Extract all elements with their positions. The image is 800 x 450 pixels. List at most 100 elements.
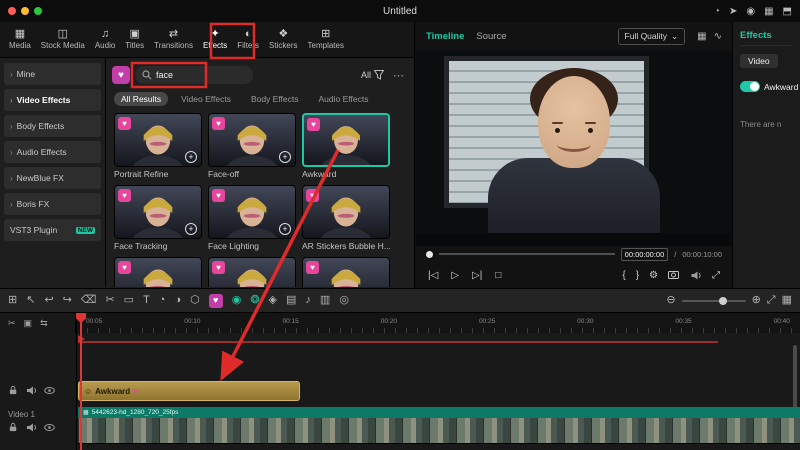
effect-card-face-tracking[interactable]: ♥ + Face Tracking: [114, 185, 202, 251]
volume-icon[interactable]: [690, 270, 702, 281]
track-manager-icon[interactable]: ▦: [782, 295, 792, 306]
sidebar-item-vst3-plugin[interactable]: VST3 Plugin NEW: [4, 219, 101, 241]
playhead-line[interactable]: [80, 313, 82, 450]
video-clip-header[interactable]: ▦ 5442623-hd_1280_720_25fps: [78, 407, 800, 418]
delete-icon[interactable]: ⌫: [81, 295, 97, 306]
video-viewport[interactable]: [416, 50, 732, 246]
fit-timeline-icon[interactable]: ⤢: [767, 295, 776, 306]
filter-tab-video-effects[interactable]: Video Effects: [174, 92, 238, 106]
add-effect-icon[interactable]: +: [185, 151, 197, 163]
layout-grid-icon[interactable]: ▦: [697, 31, 706, 42]
sidebar-item-audio-effects[interactable]: › Audio Effects: [4, 141, 101, 163]
all-filter-button[interactable]: All: [361, 70, 384, 80]
add-effect-icon[interactable]: +: [185, 223, 197, 235]
stop-button[interactable]: □: [495, 270, 501, 281]
add-effect-icon[interactable]: +: [279, 223, 291, 235]
search-input[interactable]: [156, 70, 236, 80]
awkward-effect-clip[interactable]: ☺ Awkward ♥: [78, 381, 300, 401]
filter-tab-all-results[interactable]: All Results: [114, 92, 169, 106]
speed-icon[interactable]: ◔: [159, 295, 166, 306]
color-icon[interactable]: ◑: [174, 295, 181, 306]
more-options-button[interactable]: ⋯: [389, 69, 408, 82]
mask-icon[interactable]: ⬡: [190, 295, 200, 306]
hide-track-icon[interactable]: [44, 422, 55, 433]
mute-track-icon[interactable]: [26, 385, 37, 396]
media-view-icon[interactable]: ⊞: [8, 295, 17, 306]
scrubber-track[interactable]: [439, 253, 615, 255]
filter-tab-body-effects[interactable]: Body Effects: [244, 92, 306, 106]
tab-stickers[interactable]: ❖ Stickers: [264, 22, 302, 57]
sidebar-item-mine[interactable]: › Mine: [4, 63, 101, 85]
add-effect-icon[interactable]: +: [279, 151, 291, 163]
effect-card-face-off[interactable]: ♥ + Face-off: [208, 113, 296, 179]
tab-filters[interactable]: ◐ Filters: [232, 22, 264, 57]
redo-icon[interactable]: ↪: [63, 295, 72, 306]
face-effect-active-icon[interactable]: ◉: [232, 295, 242, 306]
fullscreen-icon[interactable]: ⤢: [712, 270, 720, 281]
sidebar-item-newblue-fx[interactable]: › NewBlue FX: [4, 167, 101, 189]
lock-track-icon[interactable]: [8, 385, 19, 396]
text-tool-icon[interactable]: T: [143, 295, 150, 306]
effect-card-partial[interactable]: ♥: [302, 257, 390, 287]
split-scissors-icon[interactable]: ✂: [105, 295, 114, 306]
hide-track-icon[interactable]: [44, 385, 55, 396]
next-frame-button[interactable]: ▷|: [472, 270, 482, 281]
video-clip-filmstrip[interactable]: [78, 418, 800, 444]
tab-titles[interactable]: ▣ Titles: [120, 22, 149, 57]
motion-track-icon[interactable]: ▤: [286, 295, 296, 306]
mute-track-icon[interactable]: [26, 422, 37, 433]
gift-icon[interactable]: ◔: [714, 6, 720, 17]
tab-transitions[interactable]: ⇄ Transitions: [149, 22, 198, 57]
effect-card-ar-stickers-bubble[interactable]: ♥ AR Stickers Bubble H...: [302, 185, 390, 251]
tab-stock-media[interactable]: ◫ Stock Media: [36, 22, 90, 57]
effect-card-portrait-refine[interactable]: ♥ + Portrait Refine: [114, 113, 202, 179]
zoom-out-icon[interactable]: ⊖: [666, 295, 675, 306]
settings-gear-icon[interactable]: ⚙: [649, 270, 658, 281]
filter-tab-audio-effects[interactable]: Audio Effects: [312, 92, 376, 106]
preview-tab-timeline[interactable]: Timeline: [426, 31, 464, 42]
record-icon[interactable]: ◎: [339, 295, 349, 306]
lock-track-icon[interactable]: [8, 422, 19, 433]
quality-dropdown[interactable]: Full Quality ⌄: [617, 27, 686, 45]
tab-media[interactable]: ▦ Media: [4, 22, 36, 57]
sidebar-item-video-effects[interactable]: › Video Effects: [4, 89, 101, 111]
layout-icon[interactable]: ▦: [764, 6, 773, 17]
pointer-tool-icon[interactable]: ↖: [26, 295, 35, 306]
face-effect-badge-icon[interactable]: ♥: [112, 66, 130, 84]
undo-icon[interactable]: ↩: [44, 295, 53, 306]
tab-audio[interactable]: ♫ Audio: [90, 22, 120, 57]
tab-templates[interactable]: ⊞ Templates: [303, 22, 349, 57]
effect-card-awkward[interactable]: ♥ Awkward: [302, 113, 390, 179]
effect-card-face-lighting[interactable]: ♥ + Face Lighting: [208, 185, 296, 251]
effect-card-partial[interactable]: ♥: [208, 257, 296, 287]
ai-face-icon[interactable]: ♥: [208, 293, 223, 308]
timeline-ruler[interactable]: 00:05 00:10 00:15 00:20 00:25 00:30 00:3…: [76, 313, 800, 333]
marker-icon[interactable]: ▥: [320, 295, 330, 306]
zoom-in-icon[interactable]: ⊕: [752, 295, 761, 306]
scopes-icon[interactable]: ∿: [714, 31, 722, 42]
zoom-slider[interactable]: [681, 296, 746, 305]
preview-tab-source[interactable]: Source: [476, 31, 506, 42]
scrubber-handle[interactable]: [426, 250, 433, 258]
play-button[interactable]: ▷: [451, 270, 459, 281]
chroma-key-icon[interactable]: ❂: [250, 295, 259, 306]
export-icon[interactable]: ⬒: [783, 6, 792, 17]
sidebar-item-boris-fx[interactable]: › Boris FX: [4, 193, 101, 215]
crop-icon[interactable]: ▭: [124, 295, 134, 306]
search-box[interactable]: [135, 66, 253, 84]
previous-frame-button[interactable]: |◁: [428, 270, 438, 281]
quick-split-icon[interactable]: ✂: [8, 318, 16, 329]
awkward-effect-toggle[interactable]: [740, 81, 760, 92]
snapshot-camera-icon[interactable]: [668, 269, 680, 281]
effect-card-partial[interactable]: ♥: [114, 257, 202, 287]
sidebar-item-body-effects[interactable]: › Body Effects: [4, 115, 101, 137]
audio-mixer-icon[interactable]: ♪: [305, 295, 311, 306]
link-clips-icon[interactable]: ▣: [24, 318, 33, 329]
mark-out-icon[interactable]: }: [636, 270, 639, 281]
video-properties-tab[interactable]: Video: [740, 54, 778, 68]
account-icon[interactable]: ◉: [746, 6, 755, 17]
share-icon[interactable]: ➤: [729, 6, 737, 17]
swap-icon[interactable]: ⇆: [40, 318, 48, 329]
mark-in-icon[interactable]: {: [622, 270, 625, 281]
keyframe-icon[interactable]: ◈: [269, 295, 277, 306]
